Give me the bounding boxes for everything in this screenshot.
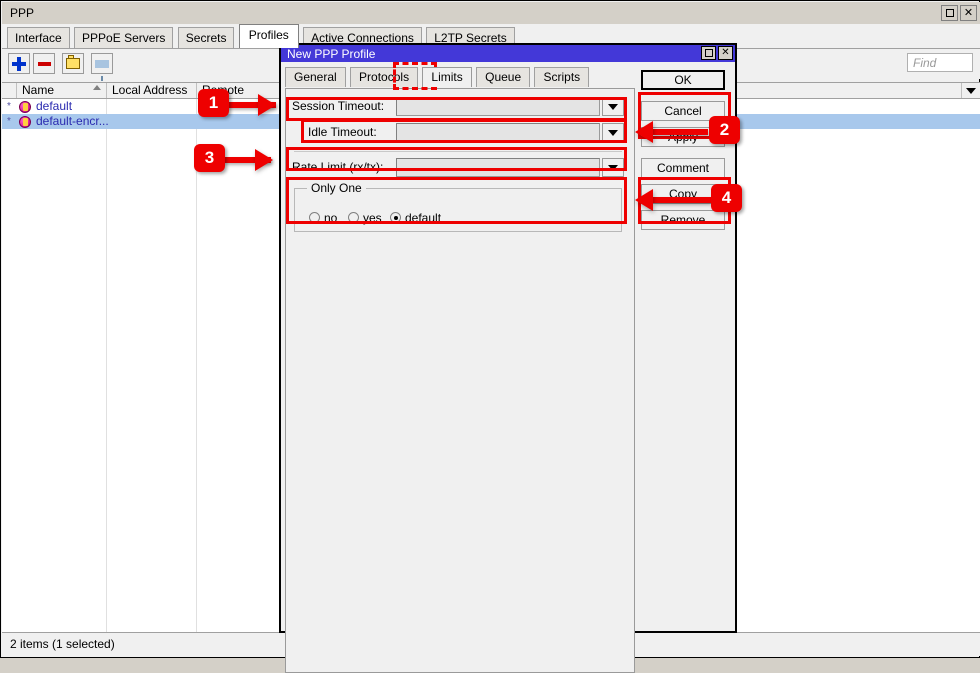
status-text: 2 items (1 selected) (10, 637, 115, 651)
dialog-tab-scripts[interactable]: Scripts (534, 67, 589, 87)
window-title: PPP (10, 6, 34, 20)
tab-pppoe-servers[interactable]: PPPoE Servers (74, 27, 173, 48)
row-flag: * (7, 114, 11, 129)
tab-profiles[interactable]: Profiles (239, 24, 299, 48)
annotation-badge-1: 1 (198, 89, 229, 117)
dialog-maximize-icon[interactable] (701, 46, 716, 60)
row-name: default (36, 99, 72, 114)
dialog-tab-general[interactable]: General (285, 67, 346, 87)
annotation-box-session-timeout (286, 97, 627, 121)
remove-icon[interactable] (33, 53, 55, 74)
annotation-box-rate-limit (286, 147, 627, 171)
annotation-badge-3: 3 (194, 144, 225, 172)
sort-ascending-icon (93, 85, 101, 90)
column-header-name-label: Name (22, 83, 54, 97)
tab-secrets[interactable]: Secrets (178, 27, 235, 48)
column-header-gutter (2, 83, 17, 98)
annotation-arrow-2-head (635, 121, 653, 143)
annotation-arrow-4-line (653, 197, 711, 203)
dialog-title: New PPP Profile (287, 47, 375, 61)
comment-button[interactable]: Comment (641, 158, 725, 178)
dialog-title-bar[interactable]: New PPP Profile ✕ (281, 45, 735, 62)
dialog-tab-limits[interactable]: Limits (422, 67, 471, 87)
annotation-badge-2: 2 (709, 116, 740, 144)
filter-icon[interactable] (91, 53, 113, 74)
profile-icon (19, 116, 31, 128)
add-icon[interactable] (8, 53, 30, 74)
maximize-icon[interactable] (941, 5, 958, 21)
tab-interface[interactable]: Interface (7, 27, 70, 48)
dialog-content-panel: Session Timeout: Idle Timeout: Rate Limi… (285, 88, 635, 673)
annotation-badge-4: 4 (711, 184, 742, 212)
column-chooser-icon[interactable] (961, 83, 980, 98)
annotation-arrow-1-head (258, 94, 276, 116)
ok-button[interactable]: OK (641, 70, 725, 90)
column-header-local-address[interactable]: Local Address (107, 83, 197, 98)
close-icon[interactable]: ✕ (960, 5, 977, 21)
search-input[interactable]: Find (907, 53, 973, 72)
dialog-tab-queue[interactable]: Queue (476, 67, 530, 87)
annotation-box-only-one (286, 177, 627, 224)
ppp-window: PPP ✕ Interface PPPoE Servers Secrets Pr… (0, 0, 980, 658)
profile-icon (19, 101, 31, 113)
annotation-arrow-4-head (635, 189, 653, 211)
annotation-arrow-3-head (255, 149, 273, 171)
window-title-bar: PPP ✕ (2, 2, 980, 24)
dialog-tab-strip: General Protocols Limits Queue Scripts (285, 67, 590, 89)
note-icon[interactable] (62, 53, 84, 74)
row-flag: * (7, 99, 11, 114)
dialog-close-icon[interactable]: ✕ (718, 46, 733, 60)
annotation-arrow-2-line (653, 129, 708, 135)
annotation-box-idle-timeout (301, 119, 627, 143)
row-name: default-encr... (36, 114, 109, 129)
column-header-name[interactable]: Name (17, 83, 107, 98)
